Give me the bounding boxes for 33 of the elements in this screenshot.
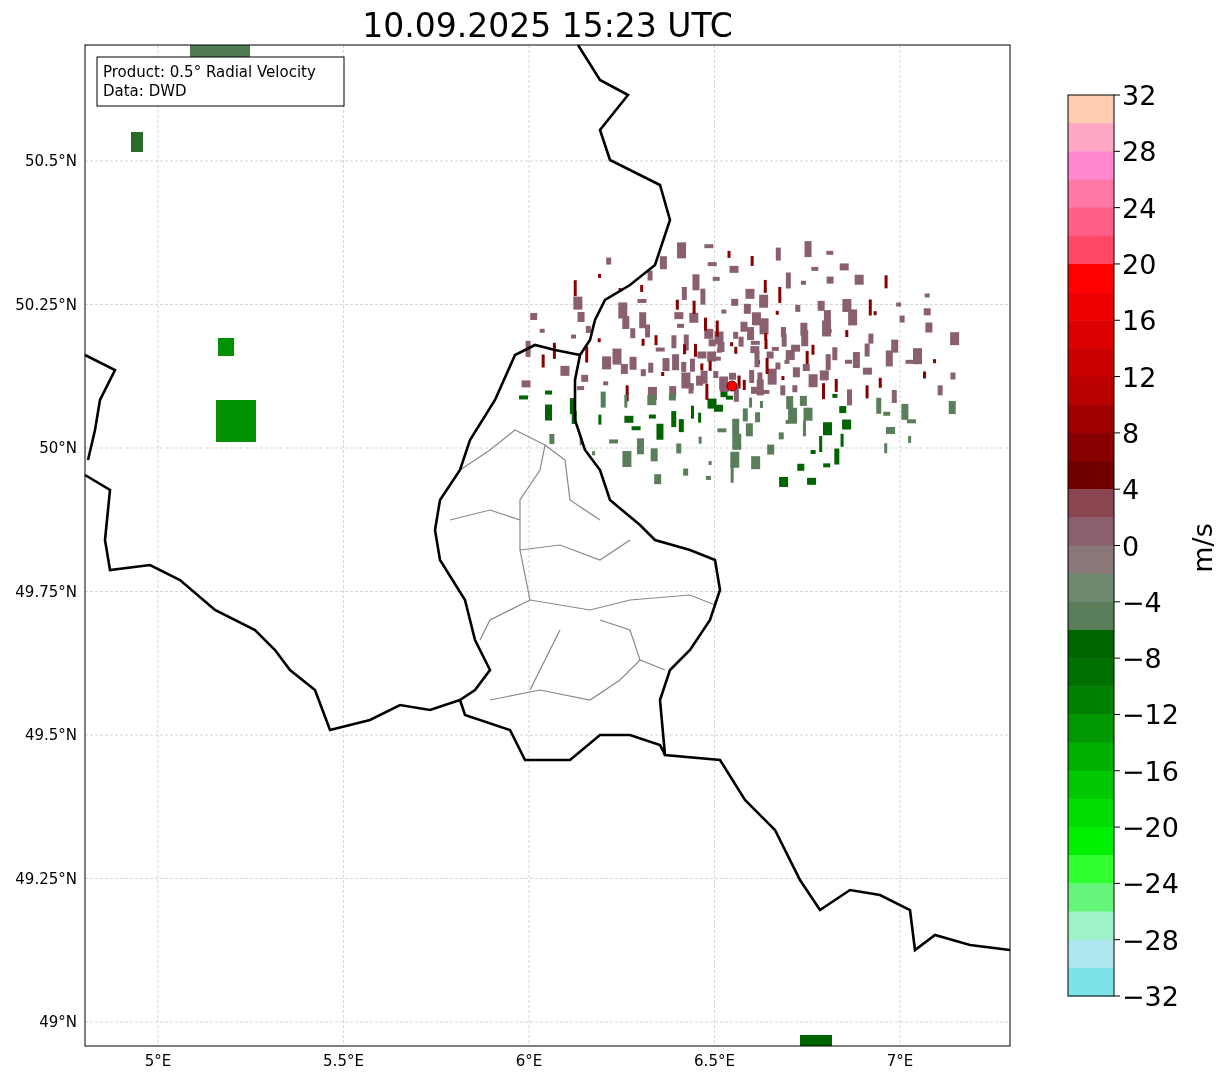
chart-title: 10.09.2025 15:23 UTC: [362, 6, 733, 45]
scale-tick-label: 4: [1122, 474, 1140, 506]
legend-text: Product: 0.5° Radial Velocity: [103, 63, 316, 81]
scale-tick-label: −32: [1122, 981, 1179, 1012]
longitude-label: 6°E: [515, 1052, 543, 1070]
scale-tick-label: 28: [1122, 136, 1157, 168]
longitude-label: 5.5°E: [323, 1052, 364, 1070]
longitude-label: 6.5°E: [694, 1052, 735, 1070]
scale-tick-label: 24: [1122, 192, 1157, 224]
scale-unit-label: m/s: [1187, 523, 1218, 573]
scale-tick-label: 12: [1122, 361, 1157, 393]
scale-tick-label: −12: [1122, 699, 1179, 731]
scale-tick-label: 16: [1122, 305, 1157, 337]
legend-text: Data: DWD: [103, 82, 187, 100]
latitude-label: 50.5°N: [24, 152, 77, 170]
latitude-label: 50.25°N: [15, 295, 77, 314]
scale-tick-label: −8: [1122, 643, 1162, 675]
latitude-label: 50°N: [39, 439, 77, 457]
scale-tick-label: −16: [1122, 755, 1179, 787]
longitude-label: 7°E: [886, 1052, 914, 1070]
scale-tick-label: 20: [1122, 248, 1157, 280]
scale-tick-label: 8: [1122, 417, 1140, 449]
latitude-label: 49°N: [39, 1013, 77, 1031]
scale-tick-label: 32: [1122, 80, 1157, 111]
latitude-label: 49.25°N: [15, 869, 77, 888]
scale-tick-label: −28: [1122, 924, 1179, 956]
latitude-label: 49.5°N: [24, 726, 77, 744]
scale-tick-label: 0: [1122, 530, 1140, 562]
longitude-label: 5°E: [144, 1052, 172, 1070]
scale-tick-label: −24: [1122, 868, 1179, 900]
scale-tick-label: −20: [1122, 812, 1179, 844]
scale-tick-label: −4: [1122, 586, 1162, 618]
latitude-label: 49.75°N: [15, 582, 77, 601]
